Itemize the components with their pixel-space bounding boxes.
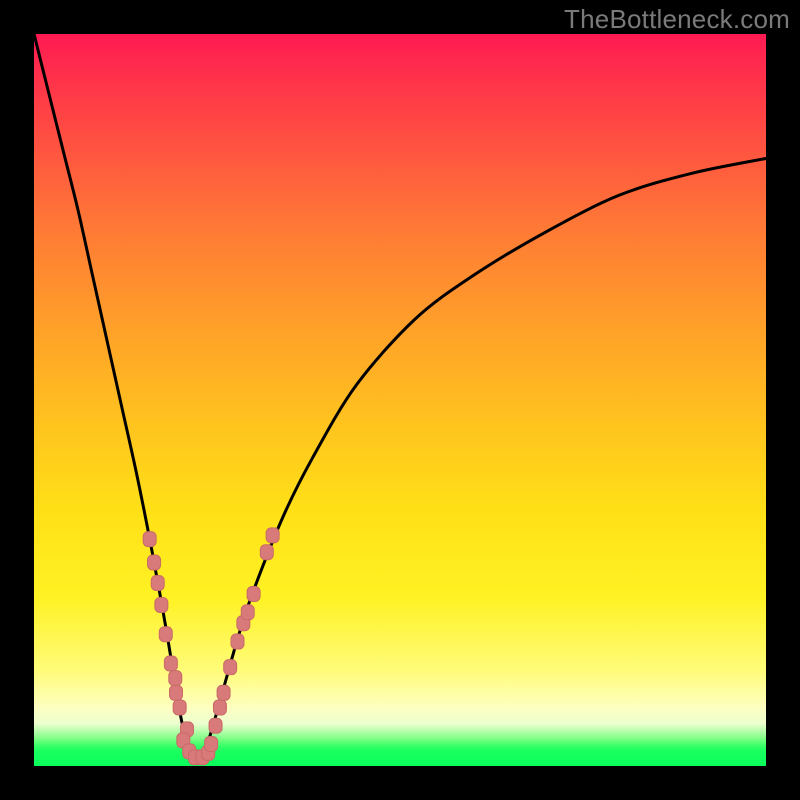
sample-marker <box>231 634 244 649</box>
bottleneck-curve-path <box>34 34 766 759</box>
bottleneck-curve <box>34 34 766 759</box>
sample-marker <box>169 671 182 686</box>
sample-marker <box>260 545 273 560</box>
sample-marker <box>173 700 186 715</box>
sample-marker <box>217 685 230 700</box>
sample-marker <box>247 586 260 601</box>
sample-marker <box>205 737 218 752</box>
sample-markers <box>143 528 279 765</box>
sample-marker <box>213 700 226 715</box>
sample-marker <box>159 627 172 642</box>
sample-marker <box>241 605 254 620</box>
sample-marker <box>151 576 164 591</box>
sample-marker <box>209 718 222 733</box>
chart-frame: TheBottleneck.com <box>0 0 800 800</box>
sample-marker <box>143 532 156 547</box>
sample-marker <box>164 656 177 671</box>
sample-marker <box>155 597 168 612</box>
sample-marker <box>224 660 237 675</box>
sample-marker <box>266 528 279 543</box>
sample-marker <box>170 685 183 700</box>
chart-svg <box>34 34 766 766</box>
plot-area <box>34 34 766 766</box>
watermark-text: TheBottleneck.com <box>564 4 790 35</box>
sample-marker <box>148 555 161 570</box>
